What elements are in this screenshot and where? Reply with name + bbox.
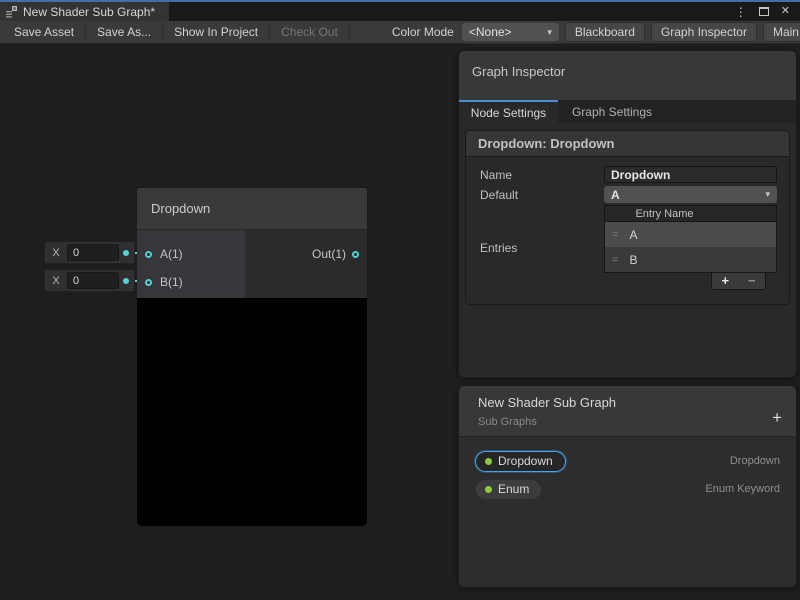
dropdown-node[interactable]: Dropdown A(1) B(1) Out(1) xyxy=(137,188,367,526)
toolbar-right-group: Blackboard Graph Inspector Main Preview xyxy=(559,22,800,42)
node-body: A(1) B(1) Out(1) xyxy=(137,230,367,298)
node-header[interactable]: Dropdown xyxy=(137,188,367,230)
document-tab[interactable]: New Shader Sub Graph* xyxy=(0,2,169,21)
inspector-header[interactable]: Graph Inspector xyxy=(459,51,796,100)
default-label: Default xyxy=(480,188,604,202)
inspector-title: Graph Inspector xyxy=(472,64,565,79)
add-property-button[interactable]: + xyxy=(772,409,782,426)
input-port-a[interactable] xyxy=(145,251,152,258)
name-input[interactable]: Dropdown xyxy=(604,166,777,183)
axis-label: X xyxy=(45,275,67,287)
drag-handle-icon[interactable]: = xyxy=(612,229,618,241)
chevron-down-icon: ▾ xyxy=(765,189,770,200)
input-port-row: A(1) xyxy=(137,240,245,268)
entries-field-row: Entries Entry Name = A = B xyxy=(466,205,789,290)
graph-inspector-toggle-button[interactable]: Graph Inspector xyxy=(651,22,757,42)
entries-list: Entry Name = A = B + − xyxy=(604,205,777,290)
save-asset-button[interactable]: Save Asset xyxy=(3,22,85,43)
save-as-button[interactable]: Save As... xyxy=(86,22,162,43)
graph-canvas[interactable]: X 0 X 0 Dropdown A(1) xyxy=(0,44,800,600)
input-port-row: B(1) xyxy=(137,268,245,296)
default-field-row: Default A ▾ xyxy=(466,186,789,203)
property-pill-label: Enum xyxy=(498,482,529,496)
inspector-tabs: Node Settings Graph Settings xyxy=(459,100,796,123)
node-settings-section: Dropdown: Dropdown Name Dropdown Default… xyxy=(465,130,790,305)
blackboard-header[interactable]: New Shader Sub Graph Sub Graphs + xyxy=(459,386,796,437)
property-dot-icon xyxy=(485,458,492,465)
document-tab-title: New Shader Sub Graph* xyxy=(23,5,155,19)
entry-name: A xyxy=(629,228,637,242)
more-icon[interactable]: ⋮ xyxy=(735,6,747,18)
value-input[interactable]: 0 xyxy=(67,272,119,289)
check-out-button: Check Out xyxy=(270,22,349,43)
toolbar-separator xyxy=(349,22,350,43)
input-port-b-label: B(1) xyxy=(160,275,183,289)
entries-footer: + − xyxy=(711,273,766,290)
name-field-row: Name Dropdown xyxy=(466,166,789,183)
maximize-icon[interactable] xyxy=(759,7,769,16)
port-default-widget-a: X 0 xyxy=(44,241,135,264)
graph-inspector-panel: Graph Inspector Node Settings Graph Sett… xyxy=(458,50,797,378)
subgraph-icon xyxy=(5,5,18,18)
chevron-down-icon: ▾ xyxy=(547,27,552,38)
node-settings-section-title: Dropdown: Dropdown xyxy=(466,131,789,157)
entries-label: Entries xyxy=(480,241,604,255)
entry-row-b[interactable]: = B xyxy=(605,247,776,272)
blackboard-toggle-button[interactable]: Blackboard xyxy=(565,22,645,42)
window-controls: ⋮ ✕ xyxy=(735,2,800,21)
blackboard-item-dropdown: Dropdown Dropdown xyxy=(459,447,796,475)
node-output-ports: Out(1) xyxy=(245,230,367,298)
property-type-label: Dropdown xyxy=(730,455,780,467)
color-mode-label: Color Mode xyxy=(384,25,462,39)
show-in-project-button[interactable]: Show In Project xyxy=(163,22,269,43)
entry-row-a[interactable]: = A xyxy=(605,222,776,247)
drag-handle-icon[interactable]: = xyxy=(612,254,618,266)
property-pill-label: Dropdown xyxy=(498,454,553,468)
node-input-ports: A(1) B(1) xyxy=(137,230,245,298)
color-mode-value: <None> xyxy=(469,25,512,39)
blackboard-item-enum: Enum Enum Keyword xyxy=(459,475,796,503)
tab-node-settings[interactable]: Node Settings xyxy=(459,100,558,123)
name-label: Name xyxy=(480,168,604,182)
entry-name: B xyxy=(629,253,637,267)
input-port-a-label: A(1) xyxy=(160,247,183,261)
axis-label: X xyxy=(45,247,67,259)
value-input[interactable]: 0 xyxy=(67,244,119,261)
widget-port-dot[interactable] xyxy=(123,250,129,256)
input-port-b[interactable] xyxy=(145,279,152,286)
node-title: Dropdown xyxy=(151,201,210,216)
shader-graph-window: New Shader Sub Graph* ⋮ ✕ Save Asset Sav… xyxy=(0,0,800,600)
blackboard-subtitle: Sub Graphs xyxy=(478,416,796,428)
entries-table: Entry Name = A = B xyxy=(604,205,777,273)
tab-graph-settings[interactable]: Graph Settings xyxy=(558,100,666,123)
blackboard-panel: New Shader Sub Graph Sub Graphs + Dropdo… xyxy=(458,385,797,588)
remove-entry-button[interactable]: − xyxy=(739,273,766,289)
default-dropdown[interactable]: A ▾ xyxy=(604,186,777,203)
graph-toolbar: Save Asset Save As... Show In Project Ch… xyxy=(0,21,800,44)
entries-column-header: Entry Name xyxy=(605,206,776,222)
add-entry-button[interactable]: + xyxy=(712,273,739,289)
widget-port-dot[interactable] xyxy=(123,278,129,284)
output-port[interactable] xyxy=(352,251,359,258)
default-dropdown-value: A xyxy=(611,188,620,202)
close-icon[interactable]: ✕ xyxy=(781,6,790,17)
main-preview-toggle-button[interactable]: Main Preview xyxy=(763,22,800,42)
blackboard-body: Dropdown Dropdown Enum Enum Keyword xyxy=(459,437,796,503)
property-pill-enum[interactable]: Enum xyxy=(475,479,542,500)
property-type-label: Enum Keyword xyxy=(705,483,780,495)
property-dot-icon xyxy=(485,486,492,493)
port-default-widget-b: X 0 xyxy=(44,269,135,292)
node-preview xyxy=(137,298,367,526)
property-pill-dropdown[interactable]: Dropdown xyxy=(475,451,566,472)
output-port-label: Out(1) xyxy=(312,247,346,261)
blackboard-title: New Shader Sub Graph xyxy=(478,395,796,410)
document-tab-bar: New Shader Sub Graph* ⋮ ✕ xyxy=(0,2,800,21)
output-port-row: Out(1) xyxy=(312,240,359,268)
color-mode-dropdown[interactable]: <None> ▾ xyxy=(462,23,559,41)
